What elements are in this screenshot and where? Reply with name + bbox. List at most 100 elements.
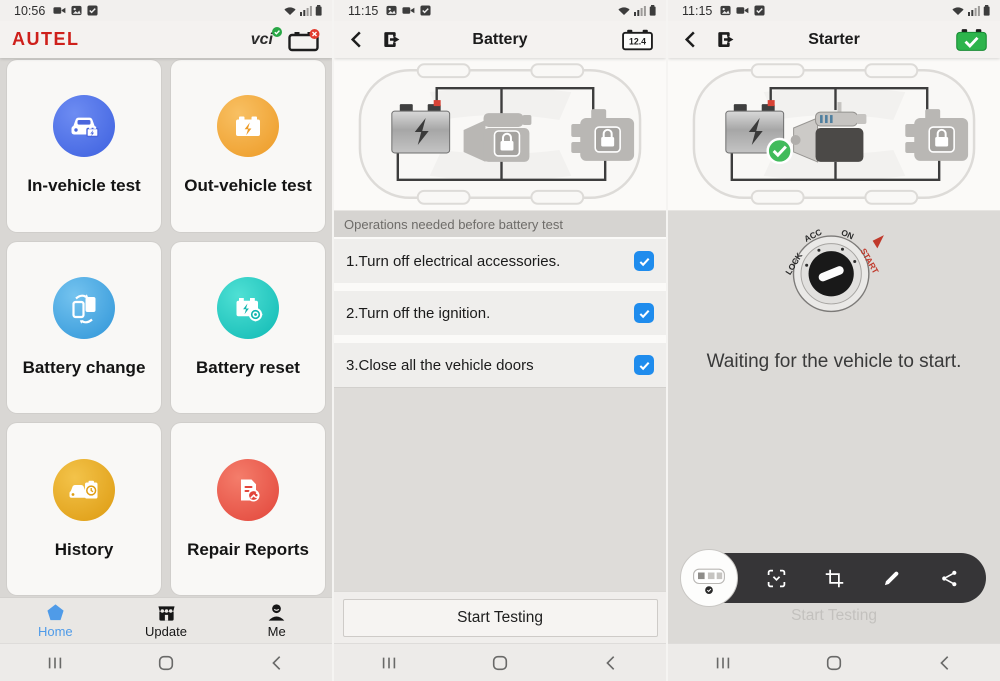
tile-in-vehicle-test[interactable]: In-vehicle test <box>7 60 161 232</box>
checkbox-checked[interactable] <box>634 251 654 271</box>
tile-history[interactable]: History <box>7 423 161 595</box>
start-testing-button[interactable]: Start Testing <box>343 599 658 637</box>
battery-ok-badge <box>768 139 792 163</box>
operation-row-3[interactable]: 3.Close all the vehicle doors <box>334 343 666 387</box>
starter-header: Starter <box>668 21 1000 58</box>
checkbox-status-icon <box>420 5 431 16</box>
status-time: 11:15 <box>348 4 378 18</box>
status-time: 11:15 <box>682 4 712 18</box>
exit-icon[interactable] <box>717 29 738 50</box>
starter-content: LOCK ACC ON START Waiting for the vehicl… <box>668 211 1000 643</box>
operation-label: 2.Turn off the ignition. <box>346 305 490 322</box>
history-icon <box>53 459 115 521</box>
edit-pencil-icon[interactable] <box>881 568 902 589</box>
nav-item-me[interactable]: Me <box>221 598 332 643</box>
checkbox-checked[interactable] <box>634 303 654 323</box>
recents-button[interactable] <box>0 654 111 672</box>
battery-test-screen: 11:15 Battery 12.4 <box>332 0 666 681</box>
starter-lock-badge <box>495 131 520 156</box>
home-button[interactable] <box>111 654 222 672</box>
nav-label: Home <box>38 624 73 639</box>
battery-ok-indicator[interactable] <box>955 28 988 52</box>
battery-disconnected-icon[interactable] <box>287 28 320 52</box>
battery-status-icon <box>983 5 990 16</box>
battery-status-icon <box>649 5 656 16</box>
page-title: Battery <box>472 31 527 49</box>
recents-button[interactable] <box>668 654 779 672</box>
tile-battery-change[interactable]: Battery change <box>7 242 161 414</box>
wifi-icon <box>283 5 297 16</box>
recents-button[interactable] <box>334 654 445 672</box>
ignition-dial-wrap: LOCK ACC ON START <box>668 211 1000 319</box>
screenshot-collage: 10:56 AUTEL vci In-ve <box>0 0 1000 681</box>
status-bar: 10:56 <box>0 0 332 21</box>
signal-icon <box>634 5 646 16</box>
tile-out-vehicle-test[interactable]: Out-vehicle test <box>171 60 325 232</box>
tile-label: Battery change <box>23 358 146 378</box>
status-bar: 11:15 <box>668 0 1000 21</box>
nav-item-update[interactable]: Update <box>111 598 222 643</box>
android-navbar <box>0 643 332 681</box>
start-testing-button-dimmed[interactable]: Start Testing <box>668 607 1000 625</box>
content-filler <box>334 387 666 591</box>
starter-test-screen: 11:15 Starter <box>666 0 1000 681</box>
checkbox-status-icon <box>87 5 98 16</box>
screenshot-toolbar <box>684 553 986 603</box>
battery-voltage-indicator[interactable]: 12.4 <box>621 28 654 52</box>
signal-icon <box>300 5 312 16</box>
start-arrow-icon <box>873 235 884 248</box>
android-navbar <box>334 643 666 681</box>
voltage-value: 12.4 <box>629 36 646 46</box>
share-icon[interactable] <box>939 568 960 589</box>
operation-row-2[interactable]: 2.Turn off the ignition. <box>334 291 666 335</box>
toolbar-actions <box>748 553 978 603</box>
operation-label: 3.Close all the vehicle doors <box>346 357 534 374</box>
home-header: AUTEL vci <box>0 21 332 58</box>
screenshot-thumbnail[interactable] <box>680 549 738 607</box>
android-navbar <box>668 643 1000 681</box>
back-button[interactable] <box>555 654 666 672</box>
home-button[interactable] <box>779 654 890 672</box>
operations-section-header: Operations needed before battery test <box>334 211 666 237</box>
vci-status-indicator[interactable]: vci <box>251 31 273 49</box>
home-menu-grid: In-vehicle test Out-vehicle test Battery… <box>7 60 325 595</box>
back-button[interactable] <box>221 654 332 672</box>
battery-change-icon <box>53 277 115 339</box>
exit-icon[interactable] <box>383 29 404 50</box>
vehicle-circuit-diagram <box>668 58 1000 211</box>
tile-label: Battery reset <box>196 358 300 378</box>
waiting-message: Waiting for the vehicle to start. <box>668 351 1000 373</box>
bottom-navigation: Home Update Me <box>0 597 332 643</box>
nav-item-home[interactable]: Home <box>0 598 111 643</box>
operations-list: 1.Turn off electrical accessories. 2.Tur… <box>334 237 666 387</box>
back-icon[interactable] <box>680 29 701 50</box>
camcorder-icon <box>736 5 749 16</box>
out-vehicle-test-icon <box>217 95 279 157</box>
page-title: Starter <box>808 31 860 49</box>
home-button[interactable] <box>445 654 556 672</box>
operation-label: 1.Turn off electrical accessories. <box>346 253 560 270</box>
repair-reports-icon <box>217 459 279 521</box>
back-button[interactable] <box>889 654 1000 672</box>
camcorder-icon <box>53 5 66 16</box>
checkbox-checked[interactable] <box>634 355 654 375</box>
back-icon[interactable] <box>346 29 367 50</box>
scroll-capture-icon[interactable] <box>766 568 787 589</box>
tile-battery-reset[interactable]: Battery reset <box>171 242 325 414</box>
tile-repair-reports[interactable]: Repair Reports <box>171 423 325 595</box>
crop-icon[interactable] <box>824 568 845 589</box>
nav-label: Update <box>145 624 187 639</box>
alternator-lock-badge <box>929 127 954 152</box>
tile-label: In-vehicle test <box>27 176 140 196</box>
tile-label: Repair Reports <box>187 540 309 560</box>
home-icon <box>46 603 65 622</box>
tile-label: History <box>55 540 114 560</box>
gallery-icon <box>386 5 397 16</box>
vci-label: vci <box>251 31 273 48</box>
wifi-icon <box>951 5 965 16</box>
signal-icon <box>968 5 980 16</box>
ignition-switch-icon: LOCK ACC ON START <box>782 221 886 319</box>
vehicle-circuit-diagram <box>334 58 666 211</box>
operation-row-1[interactable]: 1.Turn off electrical accessories. <box>334 239 666 283</box>
status-time: 10:56 <box>14 4 45 18</box>
